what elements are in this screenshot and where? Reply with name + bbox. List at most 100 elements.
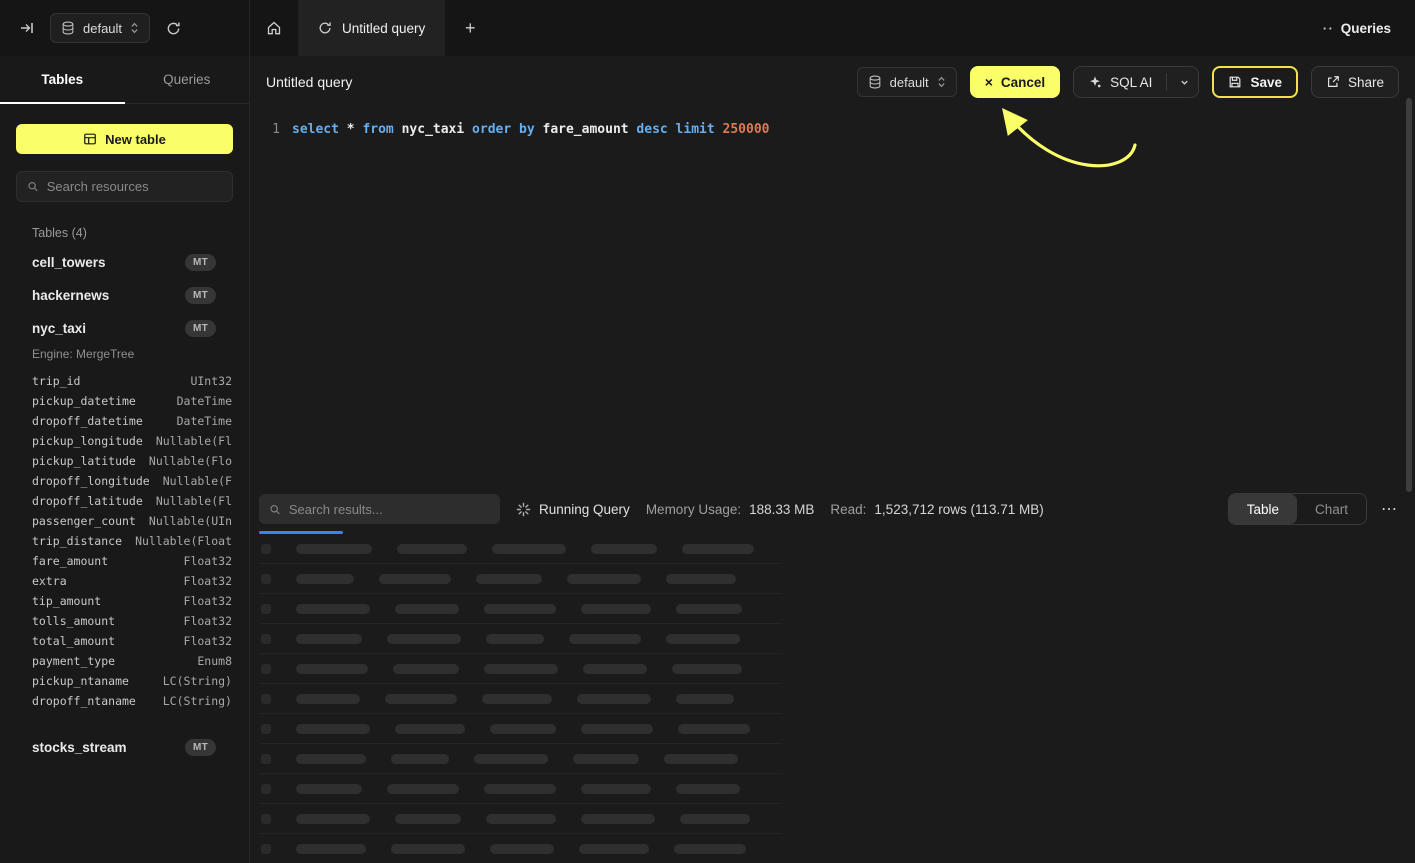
- table-row-stocks-stream[interactable]: stocks_stream MT: [0, 731, 249, 764]
- skeleton-cell: [391, 754, 449, 764]
- skeleton-cell: [296, 604, 370, 614]
- skeleton-row: [259, 564, 782, 594]
- view-toggle: Table Chart: [1228, 493, 1367, 525]
- search-resources-input[interactable]: [47, 179, 222, 194]
- sql-editor[interactable]: 1 select * from nyc_taxi order by fare_a…: [250, 108, 1415, 488]
- skeleton-cell: [486, 814, 556, 824]
- refresh-icon[interactable]: [160, 15, 186, 41]
- table-row-cell-towers[interactable]: cell_towers MT: [0, 246, 249, 279]
- skeleton-cell: [296, 844, 366, 854]
- table-name: cell_towers: [32, 255, 106, 270]
- skeleton-cell: [385, 694, 457, 704]
- query-header: Untitled query default × Cancel: [250, 56, 1415, 108]
- collapse-sidebar-icon[interactable]: [14, 15, 40, 41]
- skeleton-cell: [395, 724, 465, 734]
- column-type: Enum8: [197, 651, 232, 671]
- skeleton-cell: [261, 724, 271, 734]
- save-button[interactable]: Save: [1212, 66, 1298, 98]
- skeleton-cell: [474, 754, 548, 764]
- skeleton-cell: [676, 604, 742, 614]
- skeleton-cell: [296, 754, 366, 764]
- tab-running-icon: [318, 21, 332, 35]
- skeleton-cell: [577, 694, 651, 704]
- skeleton-cell: [296, 544, 372, 554]
- column-name: fare_amount: [32, 551, 108, 571]
- sidebar-tabs: Tables Queries: [0, 56, 249, 104]
- home-tab[interactable]: [250, 0, 298, 56]
- skeleton-cell: [666, 634, 740, 644]
- skeleton-cell: [393, 664, 459, 674]
- skeleton-cell: [261, 694, 271, 704]
- spinner-icon: [516, 502, 531, 517]
- status-text: Running Query: [539, 502, 630, 517]
- more-options-icon[interactable]: ⋯: [1381, 499, 1397, 519]
- engine-label: Engine: MergeTree: [0, 345, 249, 369]
- column-row: dropoff_datetimeDateTime: [32, 411, 232, 431]
- new-tab-button[interactable]: +: [445, 0, 495, 56]
- queries-icon: [1321, 22, 1334, 35]
- topbar-left: default: [0, 0, 250, 56]
- skeleton-cell: [261, 604, 271, 614]
- engine-badge: MT: [185, 739, 216, 756]
- column-type: LC(String): [163, 691, 232, 711]
- column-row: pickup_longitudeNullable(Fl: [32, 431, 232, 451]
- new-table-button[interactable]: New table: [16, 124, 233, 154]
- memory-usage: Memory Usage: 188.33 MB: [646, 502, 815, 517]
- new-table-label: New table: [105, 132, 166, 147]
- skeleton-cell: [296, 664, 368, 674]
- skeleton-cell: [581, 784, 651, 794]
- main-panel: Untitled query default × Cancel: [250, 56, 1415, 863]
- tab-queries[interactable]: Queries: [125, 56, 250, 103]
- skeleton-cell: [476, 574, 542, 584]
- column-type: Float32: [184, 551, 232, 571]
- read-value: 1,523,712 rows (113.71 MB): [874, 502, 1043, 517]
- sidebar: Tables Queries New table Tables (4) cell…: [0, 56, 250, 863]
- skeleton-cell: [296, 784, 362, 794]
- skeleton-row: [259, 774, 782, 804]
- table-row-nyc-taxi[interactable]: nyc_taxi MT: [0, 312, 249, 345]
- search-icon: [269, 503, 281, 516]
- query-database-selector[interactable]: default: [857, 67, 957, 97]
- skeleton-cell: [567, 574, 641, 584]
- resource-list: Tables (4) cell_towers MT hackernews MT …: [0, 202, 249, 764]
- skeleton-cell: [482, 694, 552, 704]
- query-title: Untitled query: [266, 74, 352, 90]
- column-name: tolls_amount: [32, 611, 115, 631]
- tab-tables[interactable]: Tables: [0, 56, 125, 103]
- cancel-button[interactable]: × Cancel: [970, 66, 1060, 98]
- skeleton-cell: [261, 784, 271, 794]
- chevron-down-icon[interactable]: [1179, 77, 1190, 88]
- skeleton-row: [259, 834, 782, 863]
- skeleton-cell: [664, 754, 738, 764]
- skeleton-row: [259, 534, 782, 564]
- skeleton-cell: [579, 844, 649, 854]
- column-type: Nullable(UIn: [149, 511, 232, 531]
- column-name: trip_distance: [32, 531, 122, 551]
- toggle-table[interactable]: Table: [1229, 494, 1297, 524]
- tab-untitled-query[interactable]: Untitled query: [298, 0, 445, 56]
- skeleton-row: [259, 744, 782, 774]
- skeleton-cell: [492, 544, 566, 554]
- skeleton-cell: [573, 754, 639, 764]
- search-results-input[interactable]: [289, 502, 490, 517]
- database-icon: [61, 21, 75, 35]
- column-row: trip_distance Nullable(Float: [32, 531, 232, 551]
- toggle-chart[interactable]: Chart: [1297, 494, 1366, 524]
- skeleton-cell: [484, 664, 558, 674]
- database-selector[interactable]: default: [50, 13, 150, 43]
- skeleton-cell: [674, 844, 746, 854]
- skeleton-cell: [261, 664, 271, 674]
- column-type: Nullable(Float: [135, 531, 232, 551]
- topbar-right: Queries: [1321, 0, 1415, 56]
- line-number: 1: [250, 122, 280, 137]
- close-icon: ×: [985, 74, 993, 90]
- table-row-hackernews[interactable]: hackernews MT: [0, 279, 249, 312]
- vertical-scrollbar[interactable]: [1406, 98, 1412, 492]
- skeleton-body: [259, 534, 782, 863]
- queries-button[interactable]: Queries: [1321, 21, 1391, 36]
- share-button[interactable]: Share: [1311, 66, 1399, 98]
- sql-ai-button[interactable]: SQL AI: [1073, 66, 1199, 98]
- sql-ai-label: SQL AI: [1110, 75, 1152, 90]
- column-type: DateTime: [177, 391, 232, 411]
- column-name: total_amount: [32, 631, 115, 651]
